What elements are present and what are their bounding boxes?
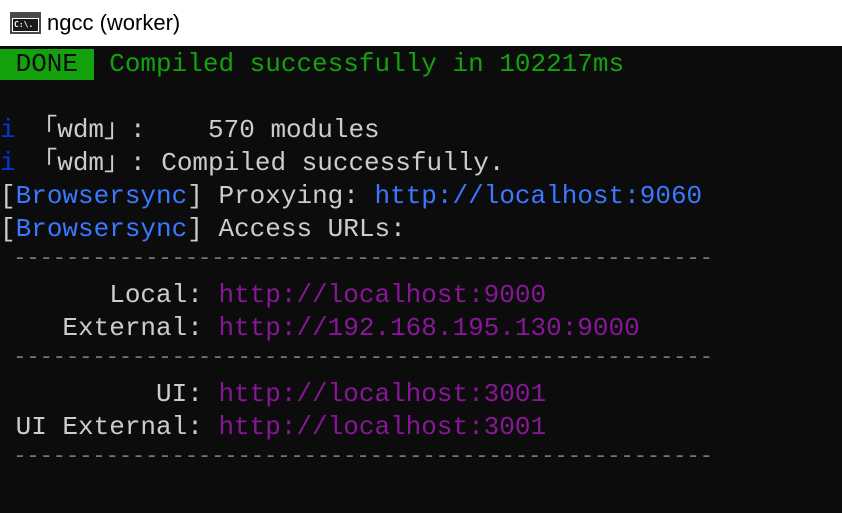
ui-label: UI: [0, 379, 219, 409]
ui-external-label: UI External: [0, 412, 219, 442]
wdm-modules-line: i 「wdm」: 570 modules [0, 114, 380, 147]
terminal-output[interactable]: DONE Compiled successfully in 102217ms i… [0, 46, 842, 513]
title-bar[interactable]: C:\. ngcc (worker) [0, 0, 842, 46]
build-status-line: DONE Compiled successfully in 102217ms [0, 48, 624, 81]
wdm-tag: 「wdm」: [15, 115, 146, 145]
proxy-url-link[interactable]: http://localhost:9060 [375, 181, 703, 211]
wdm-tag: 「wdm」: [15, 148, 146, 178]
info-icon: i [0, 148, 16, 178]
compiled-message: Compiled successfully in 102217ms [93, 49, 625, 79]
proxying-label: Proxying: [202, 181, 375, 211]
compiled-text: Compiled successfully. [145, 148, 505, 178]
divider-rule: ----------------------------------------… [0, 246, 713, 271]
browsersync-tag: Browsersync [15, 181, 188, 211]
bracket-close: ] [187, 181, 203, 211]
modules-count: 570 modules [145, 115, 380, 145]
window-title: ngcc (worker) [47, 10, 181, 35]
local-url-link[interactable]: http://localhost:9000 [218, 280, 546, 310]
ui-url-link[interactable]: http://localhost:3001 [218, 379, 546, 409]
browsersync-proxy-line: [Browsersync] Proxying: http://localhost… [0, 180, 702, 213]
ui-external-url-link[interactable]: http://localhost:3001 [218, 412, 546, 442]
command-prompt-icon: C:\. [10, 12, 41, 34]
bracket-open: [ [0, 181, 16, 211]
divider-rule: ----------------------------------------… [0, 444, 713, 469]
command-prompt-icon-glyph: C:\. [13, 19, 38, 31]
access-urls-label: Access URLs: [202, 214, 406, 244]
info-icon: i [0, 115, 16, 145]
bracket-close: ] [187, 214, 203, 244]
local-label: Local: [0, 280, 219, 310]
divider-rule: ----------------------------------------… [0, 345, 713, 370]
external-url-link[interactable]: http://192.168.195.130:9000 [218, 313, 639, 343]
wdm-compiled-line: i 「wdm」: Compiled successfully. [0, 147, 504, 180]
bracket-open: [ [0, 214, 16, 244]
browsersync-tag: Browsersync [15, 214, 188, 244]
ui-url-line: UI: http://localhost:3001 [0, 378, 546, 411]
done-badge: DONE [0, 49, 94, 80]
external-label: External: [0, 313, 219, 343]
local-url-line: Local: http://localhost:9000 [0, 279, 546, 312]
